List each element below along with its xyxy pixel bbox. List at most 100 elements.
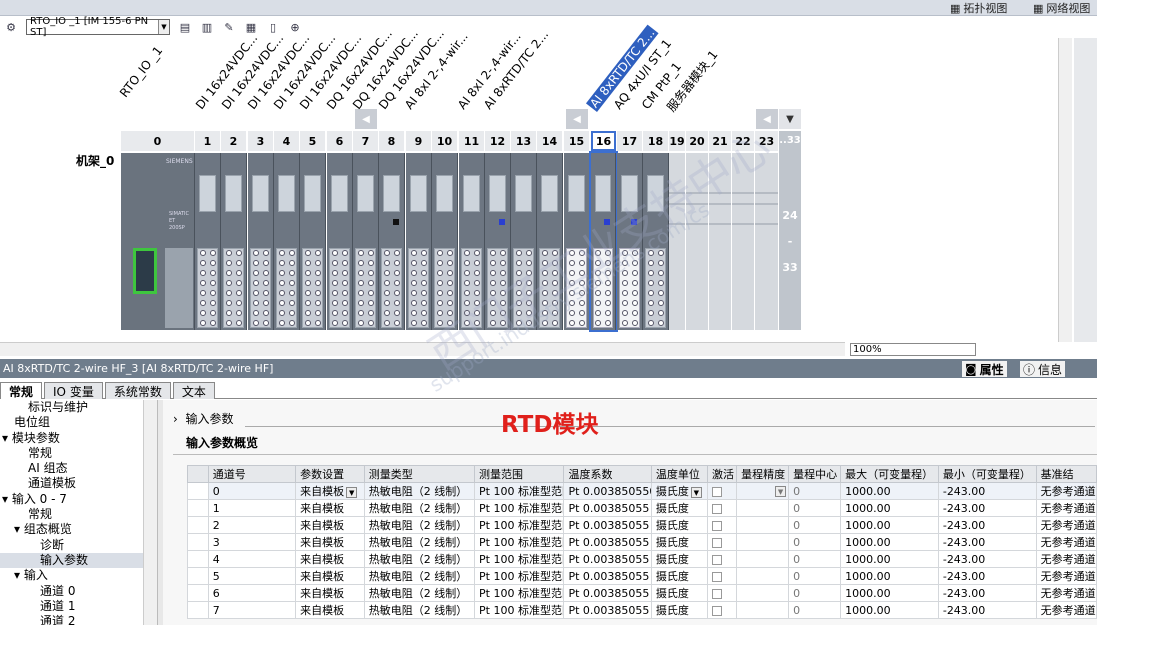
table-row[interactable]: 2 来自模板 热敏电阻（2 线制） Pt 100 标准型范围 Pt 0.00385055… (187, 516, 1097, 534)
column-header[interactable]: 温度系数 (563, 465, 652, 483)
tree-node[interactable]: 诊断 (0, 538, 143, 553)
min-cell[interactable]: -243.00 (937, 499, 1037, 517)
activate-cell[interactable] (706, 482, 738, 500)
io-module[interactable] (617, 153, 643, 330)
activate-checkbox[interactable] (711, 588, 722, 599)
slot-number[interactable]: 14 (537, 131, 563, 151)
measure-type-cell[interactable]: 热敏电阻（2 线制） (363, 584, 476, 602)
measure-type-cell[interactable]: 热敏电阻（2 线制） (363, 567, 476, 585)
slot-number[interactable]: 3 (248, 131, 274, 151)
scroll-left-arrow-icon[interactable]: ◀ (355, 109, 377, 129)
column-header[interactable]: 通道号 (207, 465, 297, 483)
empty-slot[interactable] (755, 153, 779, 330)
param-setting-cell[interactable]: 来自模板 (295, 550, 365, 568)
io-module[interactable] (353, 153, 379, 330)
tab-io-tags[interactable]: IO 变量 (44, 382, 103, 399)
reference-cell[interactable]: 无参考通道 (1035, 567, 1097, 585)
measure-type-cell[interactable]: 热敏电阻（2 线制） (363, 601, 476, 619)
empty-slot[interactable] (669, 153, 686, 330)
column-header[interactable]: 激活 (706, 465, 738, 483)
min-cell[interactable]: -243.00 (937, 482, 1037, 500)
channel-cell[interactable]: 1 (207, 499, 297, 517)
column-header[interactable]: 测量类型 (363, 465, 476, 483)
io-module[interactable] (379, 153, 405, 330)
temp-coeff-cell[interactable]: Pt 0.00385055 (563, 601, 652, 619)
measure-type-cell[interactable]: 热敏电阻（2 线制） (363, 499, 476, 517)
measure-range-cell[interactable]: Pt 100 标准型范围▼ (474, 482, 565, 500)
activate-checkbox[interactable] (711, 486, 722, 497)
tree-node[interactable]: 常规 (0, 446, 143, 461)
slot-number[interactable]: 22 (732, 131, 755, 151)
scroll-left-arrow-icon[interactable]: ◀ (566, 109, 588, 129)
slot-number[interactable]: 12 (485, 131, 511, 151)
slot-number[interactable]: 4 (274, 131, 300, 151)
column-header[interactable]: 参数设置 (295, 465, 365, 483)
column-header[interactable]: 测量范围 (474, 465, 565, 483)
param-setting-cell[interactable]: 来自模板 (295, 584, 365, 602)
measure-type-cell[interactable]: 热敏电阻（2 线制） (363, 482, 476, 500)
temp-coeff-cell[interactable]: Pt 0.00385055 (563, 584, 652, 602)
activate-cell[interactable] (706, 584, 738, 602)
param-setting-cell[interactable]: 来自模板 (295, 533, 365, 551)
device-icon[interactable]: ⚙ (2, 18, 20, 36)
tree-node[interactable]: AI 组态 (0, 461, 143, 476)
measure-range-cell[interactable]: Pt 100 标准型范围 (474, 499, 565, 517)
module-label[interactable]: RTO_IO _1 (117, 44, 165, 100)
table-row[interactable]: 7 来自模板 热敏电阻（2 线制） Pt 100 标准型范围 Pt 0.00385055… (187, 601, 1097, 619)
table-row[interactable]: 4 来自模板 热敏电阻（2 线制） Pt 100 标准型范围 Pt 0.00385055… (187, 550, 1097, 568)
activate-cell[interactable] (706, 550, 738, 568)
tree-node[interactable]: 通道 1 (0, 599, 143, 614)
range-precision-cell[interactable] (736, 499, 790, 517)
chevron-down-icon[interactable]: ▾ (14, 568, 24, 582)
io-module[interactable] (327, 153, 353, 330)
min-cell[interactable]: -243.00 (937, 584, 1037, 602)
reference-cell[interactable]: 无参考通道 (1035, 482, 1097, 500)
range-precision-cell[interactable] (736, 516, 790, 534)
range-center-cell[interactable]: 0 (788, 584, 842, 602)
scroll-left-arrow-icon[interactable]: ◀ (756, 109, 778, 129)
min-cell[interactable]: -243.00 (937, 533, 1037, 551)
min-cell[interactable]: -243.00 (937, 601, 1037, 619)
activate-cell[interactable] (706, 533, 738, 551)
io-module[interactable] (406, 153, 432, 330)
activate-checkbox[interactable] (711, 571, 722, 582)
row-selector[interactable] (187, 567, 209, 585)
range-center-cell[interactable]: 0 (788, 482, 842, 500)
param-setting-cell[interactable]: 来自模板 (295, 516, 365, 534)
slot-number[interactable]: 21 (709, 131, 732, 151)
activate-checkbox[interactable] (711, 503, 722, 514)
max-cell[interactable]: 1000.00 (840, 601, 939, 619)
column-header[interactable]: 最大（可变量程） (840, 465, 939, 483)
row-selector[interactable] (187, 499, 209, 517)
table-row[interactable]: 5 来自模板 热敏电阻（2 线制） Pt 100 标准型范围 Pt 0.00385055… (187, 567, 1097, 585)
slot-number[interactable]: 19 (669, 131, 686, 151)
slot-number[interactable]: 2 (221, 131, 247, 151)
column-header[interactable]: 温度单位 (650, 465, 708, 483)
expand-rack-arrow-icon[interactable]: ▼ (779, 109, 801, 129)
channel-cell[interactable]: 6 (207, 584, 297, 602)
slot-number[interactable]: 17 (617, 131, 643, 151)
activate-cell[interactable] (706, 567, 738, 585)
io-module[interactable] (459, 153, 485, 330)
table-row[interactable]: 0来自模板▼热敏电阻（2 线制）Pt 100 标准型范围▼Pt 0.003850… (187, 482, 1097, 500)
slot-number[interactable]: 0 (121, 131, 195, 151)
io-module[interactable] (274, 153, 300, 330)
channel-cell[interactable]: 2 (207, 516, 297, 534)
slot-number[interactable]: 10 (432, 131, 458, 151)
slot-number[interactable]: 15 (564, 131, 590, 151)
measure-type-cell[interactable]: 热敏电阻（2 线制） (363, 550, 476, 568)
tab-texts[interactable]: 文本 (172, 382, 215, 399)
max-cell[interactable]: 1000.00 (840, 499, 939, 517)
max-cell[interactable]: 1000.00 (840, 482, 939, 500)
tab-system-constants[interactable]: 系统常数 (104, 382, 171, 399)
chevron-down-icon[interactable]: ▾ (14, 522, 24, 536)
tree-node[interactable]: 输入参数 (0, 552, 143, 569)
slot-number[interactable]: 18 (643, 131, 669, 151)
range-center-cell[interactable]: 0 (788, 567, 842, 585)
canvas-vertical-scrollbar[interactable] (1058, 38, 1072, 342)
reference-cell[interactable]: 无参考通道 (1035, 516, 1097, 534)
rack-view-icon[interactable]: ▤ (176, 18, 194, 36)
range-center-cell[interactable]: 0 (788, 550, 842, 568)
measure-range-cell[interactable]: Pt 100 标准型范围 (474, 533, 565, 551)
row-selector[interactable] (187, 550, 209, 568)
